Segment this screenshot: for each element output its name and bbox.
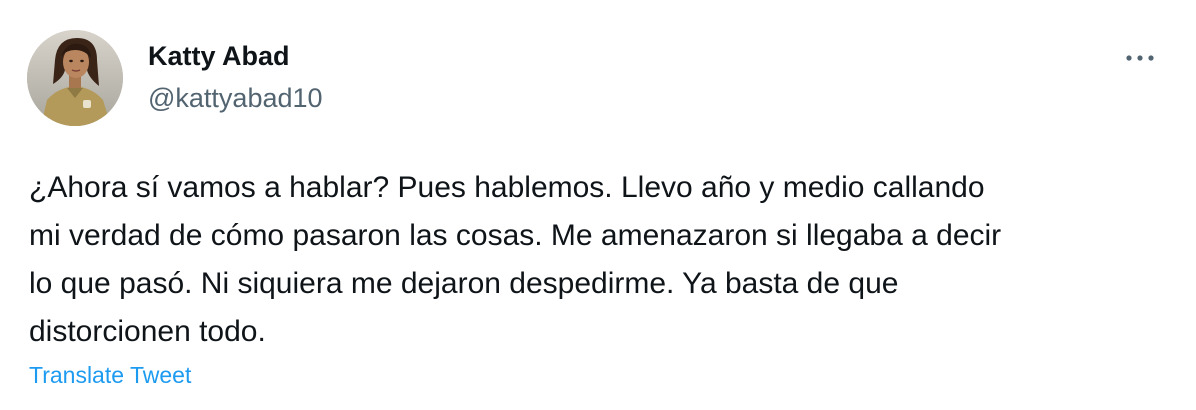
tweet-text-line: distorcionen todo. bbox=[29, 315, 266, 348]
tweet-text-line: mi verdad de cómo pasaron las cosas. Me … bbox=[29, 219, 1002, 252]
tweet-text: ¿Ahora sí vamos a hablar? Pues hablemos.… bbox=[29, 164, 1169, 356]
author-display-name[interactable]: Katty Abad bbox=[148, 40, 290, 72]
author-handle[interactable]: @kattyabad10 bbox=[148, 82, 323, 114]
avatar[interactable] bbox=[27, 30, 123, 126]
tweet-text-line: ¿Ahora sí vamos a hablar? Pues hablemos.… bbox=[29, 171, 985, 204]
translate-tweet-link[interactable]: Translate Tweet bbox=[29, 360, 191, 390]
more-options-button[interactable] bbox=[1118, 40, 1162, 76]
avatar-photo bbox=[27, 30, 123, 126]
more-horizontal-icon bbox=[1126, 55, 1154, 61]
tweet-text-line: lo que pasó. Ni siquiera me dejaron desp… bbox=[29, 267, 899, 300]
tweet-card: Katty Abad @kattyabad10 ¿Ahora sí vamos … bbox=[0, 0, 1196, 410]
